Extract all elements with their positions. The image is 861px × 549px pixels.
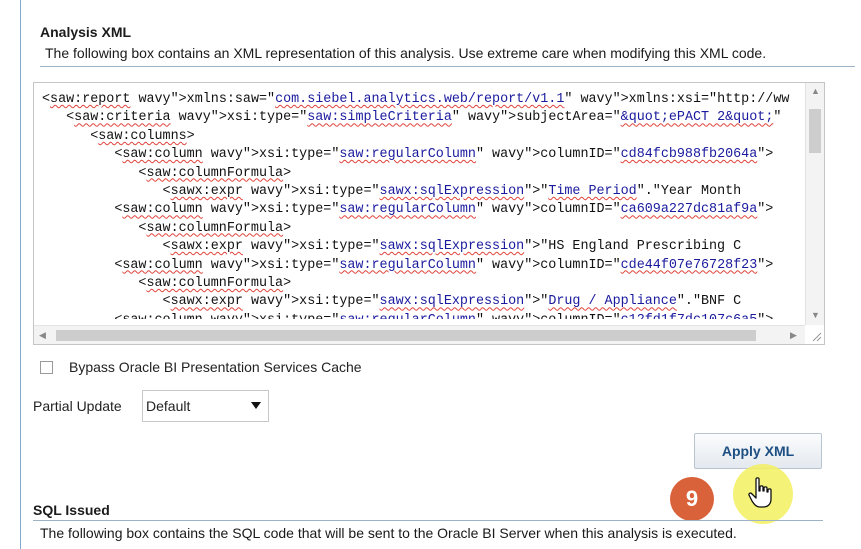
left-border-rule bbox=[20, 0, 21, 549]
xml-code-line: <saw:columns> bbox=[42, 128, 195, 144]
section-divider bbox=[40, 66, 855, 67]
select-caret-icon bbox=[251, 402, 261, 409]
vertical-scrollbar[interactable]: ▲ ▼ bbox=[805, 83, 824, 325]
horizontal-scrollbar[interactable]: ◀ ▶ bbox=[34, 325, 805, 344]
xml-code-line: <saw:column wavy">xsi:type="saw:regularC… bbox=[42, 202, 774, 218]
hand-pointer-cursor-icon bbox=[748, 477, 772, 508]
bypass-cache-checkbox[interactable] bbox=[40, 361, 53, 374]
xml-code-line: <saw:column wavy">xsi:type="saw:regularC… bbox=[42, 312, 804, 319]
scroll-right-arrow-icon[interactable]: ▶ bbox=[790, 330, 797, 340]
xml-code-line: <saw:criteria wavy">xsi:type="saw:simple… bbox=[42, 110, 782, 126]
scroll-left-arrow-icon[interactable]: ◀ bbox=[39, 330, 46, 340]
sql-issued-description: The following box contains the SQL code … bbox=[40, 525, 737, 541]
analysis-xml-description: The following box contains an XML repres… bbox=[45, 45, 767, 61]
partial-update-value: Default bbox=[146, 398, 191, 414]
vertical-scroll-thumb[interactable] bbox=[809, 109, 821, 153]
resize-grip-icon[interactable] bbox=[810, 330, 822, 342]
xml-code-line: <saw:column wavy">xsi:type="saw:regularC… bbox=[42, 257, 774, 273]
xml-code-line: <saw:report wavy">xmlns:saw="com.siebel.… bbox=[42, 92, 790, 107]
step-number-badge: 9 bbox=[670, 477, 714, 521]
sql-divider bbox=[33, 520, 823, 521]
partial-update-label: Partial Update bbox=[33, 398, 122, 414]
scroll-up-arrow-icon[interactable]: ▲ bbox=[811, 86, 820, 96]
xml-code-line: <saw:columnFormula> bbox=[42, 165, 292, 181]
sql-issued-title: SQL Issued bbox=[33, 502, 110, 518]
partial-update-select[interactable]: Default bbox=[142, 390, 269, 422]
xml-code-line: <sawx:expr wavy">xsi:type="sawx:sqlExpre… bbox=[42, 294, 742, 310]
bypass-cache-label: Bypass Oracle BI Presentation Services C… bbox=[69, 359, 362, 375]
analysis-xml-title: Analysis XML bbox=[40, 24, 132, 40]
xml-code-line: <saw:column wavy">xsi:type="saw:regularC… bbox=[42, 147, 774, 163]
horizontal-scroll-thumb[interactable] bbox=[56, 330, 756, 341]
scroll-down-arrow-icon[interactable]: ▼ bbox=[811, 310, 820, 320]
xml-code-line: <saw:columnFormula> bbox=[42, 220, 292, 236]
xml-code-text[interactable]: <saw:report wavy">xmlns:saw="com.siebel.… bbox=[42, 91, 804, 319]
xml-editor[interactable]: <saw:report wavy">xmlns:saw="com.siebel.… bbox=[33, 82, 825, 345]
xml-code-line: <saw:columnFormula> bbox=[42, 275, 292, 291]
xml-code-line: <sawx:expr wavy">xsi:type="sawx:sqlExpre… bbox=[42, 239, 742, 255]
xml-code-line: <sawx:expr wavy">xsi:type="sawx:sqlExpre… bbox=[42, 183, 742, 199]
